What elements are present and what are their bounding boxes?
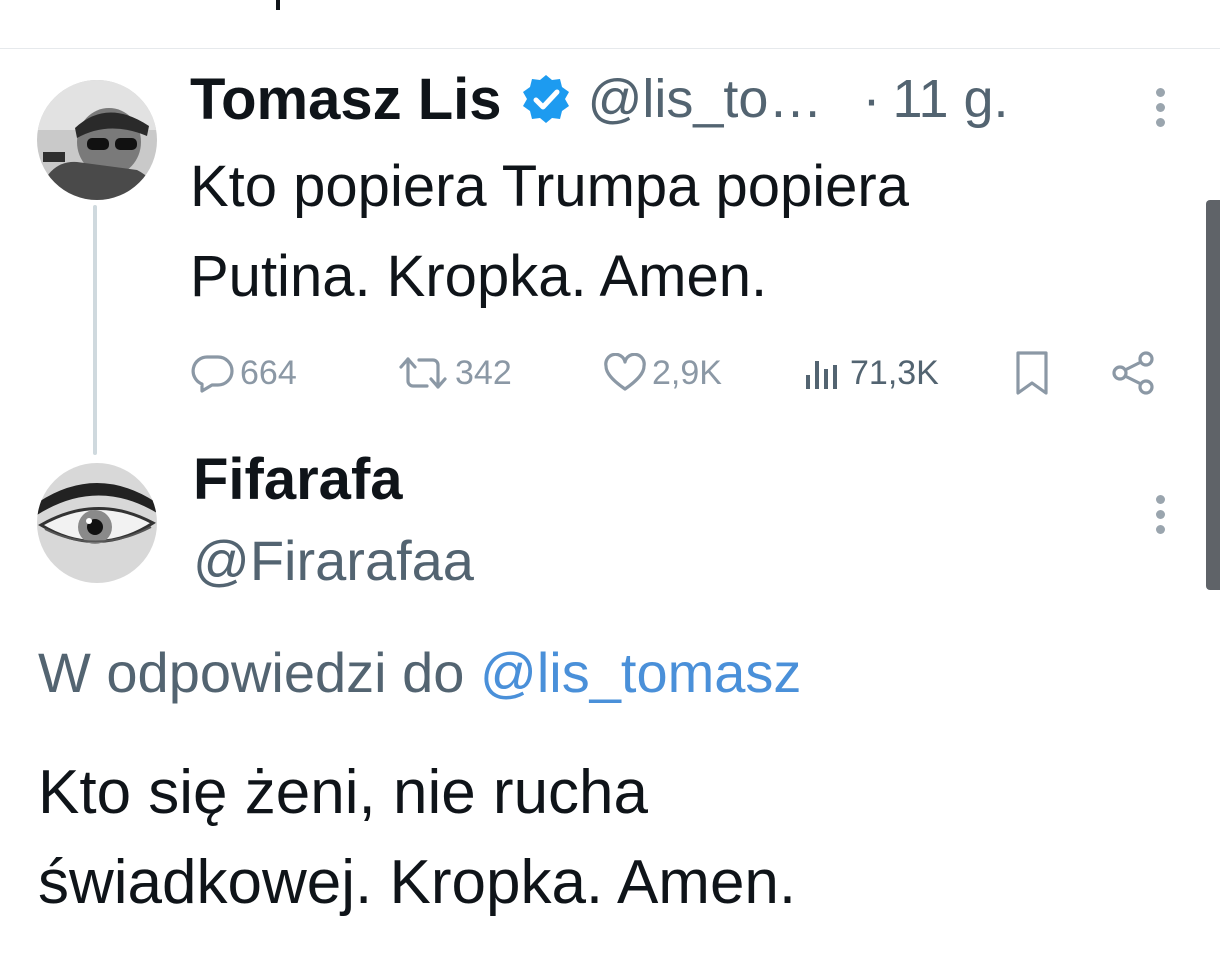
bookmark-button[interactable] <box>1012 345 1052 401</box>
like-button[interactable]: 2,9K <box>602 345 722 401</box>
reply-context: W odpowiedzi do @lis_tomasz <box>38 640 801 705</box>
more-icon[interactable] <box>1155 495 1167 540</box>
reply-count: 664 <box>240 353 297 392</box>
views-count: 71,3K <box>850 353 939 392</box>
tweet-text-line: Putina. Kropka. Amen. <box>190 244 768 309</box>
share-button[interactable] <box>1110 345 1158 401</box>
reply-context-prefix: W odpowiedzi do <box>38 641 465 704</box>
thread-connector-line <box>93 205 97 455</box>
previous-content-sliver <box>0 0 1220 48</box>
tweet-text: Kto się żeni, nie rucha świadkowej. Krop… <box>38 748 1138 928</box>
divider <box>0 48 1220 49</box>
reply-button[interactable]: 664 <box>190 345 297 401</box>
bookmark-icon <box>1012 349 1052 397</box>
retweet-count: 342 <box>455 353 512 392</box>
author-name[interactable]: Fifarafa <box>193 446 403 513</box>
scrollbar[interactable] <box>1206 200 1220 590</box>
tweet-text-line: świadkowej. Kropka. Amen. <box>38 848 797 917</box>
share-icon <box>1110 349 1158 397</box>
author-handle[interactable]: @Firarafaa <box>193 528 474 593</box>
tweet-actions: 664 342 2,9K 71,3K <box>190 345 1165 401</box>
reply-icon <box>190 353 236 393</box>
retweet-button[interactable]: 342 <box>395 345 512 401</box>
tweet-text-line: Kto się żeni, nie rucha <box>38 758 649 827</box>
avatar-tomasz-lis[interactable] <box>37 80 157 200</box>
separator-dot: · <box>862 69 881 129</box>
tweet-text-line: Kto popiera Trumpa popiera <box>190 154 909 219</box>
verified-badge-icon <box>520 73 572 125</box>
tweet-text: Kto popiera Trumpa popiera Putina. Kropk… <box>190 142 1150 322</box>
author-handle[interactable]: @lis_to… <box>588 68 823 130</box>
avatar-fifarafa[interactable] <box>37 463 157 583</box>
reply-mention-link[interactable]: @lis_tomasz <box>480 641 801 704</box>
retweet-icon <box>395 353 451 393</box>
previous-text-fragment <box>276 0 280 10</box>
views-icon <box>802 353 846 393</box>
more-icon[interactable] <box>1155 88 1167 133</box>
like-icon <box>602 353 648 393</box>
views-button[interactable]: 71,3K <box>802 345 939 401</box>
like-count: 2,9K <box>652 353 722 392</box>
tweet-time[interactable]: 11 g. <box>892 68 1008 130</box>
author-name[interactable]: Tomasz Lis <box>190 66 502 133</box>
tweet-header: Tomasz Lis @lis_to… · 11 g. <box>190 64 1009 134</box>
